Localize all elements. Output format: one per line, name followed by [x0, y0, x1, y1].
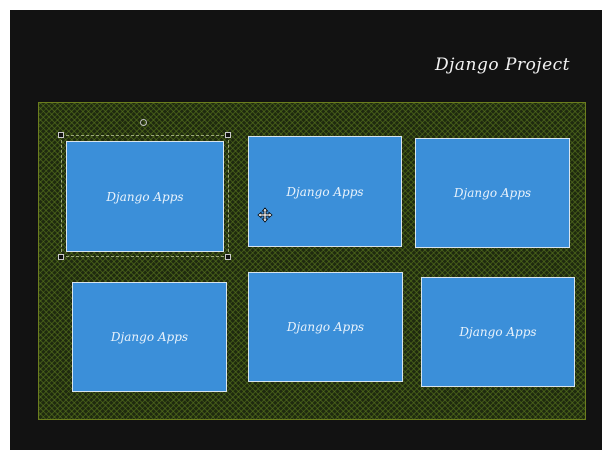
- app-box-5[interactable]: Django Apps: [248, 272, 403, 382]
- app-box-2[interactable]: Django Apps: [248, 136, 402, 247]
- app-box-label: Django Apps: [459, 325, 537, 339]
- app-box-3[interactable]: Django Apps: [415, 138, 570, 248]
- resize-handle-bottom-left[interactable]: [58, 254, 64, 260]
- move-cursor-icon: [257, 207, 273, 223]
- rotate-handle[interactable]: [140, 119, 147, 126]
- app-box-1[interactable]: Django Apps: [66, 141, 224, 252]
- app-box-label: Django Apps: [110, 330, 189, 344]
- project-title[interactable]: Django Project: [435, 55, 570, 75]
- resize-handle-top-right[interactable]: [225, 132, 231, 138]
- app-box-label: Django Apps: [286, 184, 364, 199]
- app-box-label: Django Apps: [286, 320, 365, 334]
- app-box-label: Django Apps: [106, 189, 184, 204]
- resize-handle-top-left[interactable]: [58, 132, 64, 138]
- app-box-6[interactable]: Django Apps: [421, 277, 575, 387]
- app-box-4[interactable]: Django Apps: [72, 282, 227, 392]
- drawing-canvas[interactable]: Django Project Django Apps Django Apps D…: [10, 10, 602, 450]
- resize-handle-bottom-right[interactable]: [225, 254, 231, 260]
- app-box-label: Django Apps: [453, 186, 532, 200]
